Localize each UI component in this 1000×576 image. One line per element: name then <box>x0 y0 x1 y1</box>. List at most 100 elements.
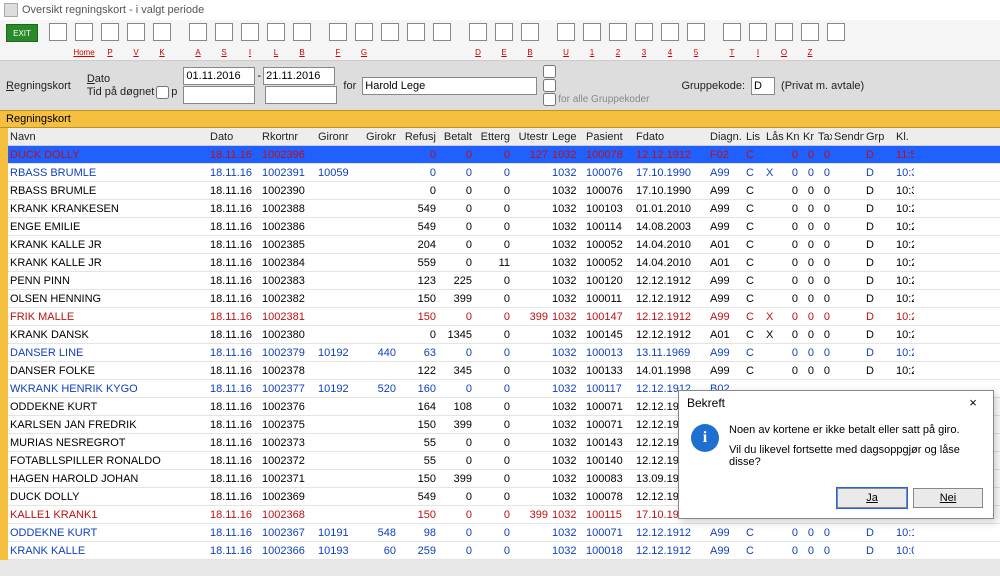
table-row[interactable]: OLSEN HENNING18.11.161002382150399010321… <box>8 290 1000 308</box>
column-header[interactable]: Kn <box>784 131 800 143</box>
column-header[interactable]: Navn <box>8 131 208 143</box>
table-row[interactable]: KRANK KALLE JR18.11.16100238455901110321… <box>8 254 1000 272</box>
toolbar-button[interactable]: 4 <box>658 22 682 58</box>
date-from-input[interactable] <box>183 67 255 85</box>
column-header[interactable]: Lis <box>744 131 764 143</box>
toolbar-button[interactable]: O <box>772 22 796 58</box>
date-sep: - <box>257 70 261 82</box>
column-header[interactable]: Fdato <box>634 131 708 143</box>
toolbar-button[interactable]: T <box>720 22 744 58</box>
column-header[interactable]: Girokr <box>362 131 398 143</box>
toolbar-button[interactable]: U <box>554 22 578 58</box>
label-gruppekode: Gruppekode: <box>681 80 745 92</box>
table-row[interactable]: KRANK KALLE JR18.11.16100238520400103210… <box>8 236 1000 254</box>
toolbar-button[interactable] <box>378 22 402 58</box>
toolbar-button[interactable]: D <box>466 22 490 58</box>
toolbar-button[interactable]: 2 <box>606 22 630 58</box>
toolbar-button[interactable] <box>404 22 428 58</box>
column-header[interactable]: Sendn <box>832 131 864 143</box>
time-to-input[interactable] <box>265 86 337 104</box>
chk-opt1[interactable] <box>543 65 556 78</box>
label-p: p <box>171 86 177 98</box>
toolbar-button[interactable]: B <box>290 22 314 58</box>
toolbar-icon <box>521 23 539 41</box>
column-header[interactable]: Pasient <box>584 131 634 143</box>
table-row[interactable]: ENGE EMILIE18.11.16100238654900103210011… <box>8 218 1000 236</box>
toolbar-button[interactable]: 3 <box>632 22 656 58</box>
chk-opt2[interactable] <box>543 79 556 92</box>
exit-button[interactable]: EXIT <box>6 24 38 42</box>
toolbar-icon <box>827 23 845 41</box>
info-icon: i <box>691 424 719 452</box>
table-row[interactable]: RBASS BRUMLE18.11.1610023911005900010321… <box>8 164 1000 182</box>
date-to-input[interactable] <box>263 67 335 85</box>
toolbar-button[interactable] <box>430 22 454 58</box>
column-header[interactable]: Dato <box>208 131 260 143</box>
column-header[interactable]: Lås <box>764 131 784 143</box>
toolbar-button[interactable]: Home <box>72 22 96 58</box>
column-header[interactable]: Kr <box>800 131 816 143</box>
column-header[interactable]: Gironr <box>316 131 362 143</box>
toolbar-button[interactable]: Z <box>798 22 822 58</box>
toolbar-button[interactable]: V <box>124 22 148 58</box>
label-regningskort: Regningskort <box>6 80 71 92</box>
column-header[interactable]: Refusj <box>398 131 438 143</box>
column-header[interactable]: Diagn. <box>708 131 744 143</box>
toolbar-button[interactable]: L <box>264 22 288 58</box>
toolbar-icon <box>723 23 741 41</box>
column-header[interactable]: Kl. <box>894 131 914 143</box>
titlebar: Oversikt regningskort - i valgt periode <box>0 0 1000 20</box>
column-header[interactable]: Rkortnr <box>260 131 316 143</box>
toolbar-button[interactable]: B <box>518 22 542 58</box>
toolbar-icon <box>801 23 819 41</box>
column-header[interactable]: Etterg <box>474 131 512 143</box>
column-header[interactable]: Betalt <box>438 131 474 143</box>
table-row[interactable]: DANSER LINE18.11.16100237910192440630010… <box>8 344 1000 362</box>
chk-p[interactable] <box>156 86 169 99</box>
grid-header: NavnDatoRkortnrGironrGirokrRefusjBetaltE… <box>8 128 1000 146</box>
table-row[interactable]: DUCK DOLLY18.11.161002396000127103210007… <box>8 146 1000 164</box>
column-header[interactable]: Grp <box>864 131 894 143</box>
chk-allgrp[interactable] <box>543 93 556 106</box>
time-from-input[interactable] <box>183 86 255 104</box>
toolbar-button[interactable]: 5 <box>684 22 708 58</box>
toolbar-button[interactable]: 1 <box>580 22 604 58</box>
column-header[interactable]: Taxi <box>816 131 832 143</box>
table-row[interactable]: FRIK MALLE18.11.161002381150003991032100… <box>8 308 1000 326</box>
toolbar-button[interactable]: S <box>212 22 236 58</box>
table-row[interactable]: KRANK KRANKESEN18.11.1610023885490010321… <box>8 200 1000 218</box>
toolbar-button[interactable]: F <box>326 22 350 58</box>
toolbar-icon <box>775 23 793 41</box>
app-icon <box>4 3 18 17</box>
toolbar-icon <box>49 23 67 41</box>
yes-button[interactable]: Ja <box>837 488 907 508</box>
for-input[interactable] <box>362 77 537 95</box>
table-row[interactable]: ODDEKNE KURT18.11.1610023671019154898001… <box>8 524 1000 542</box>
no-button[interactable]: Nei <box>913 488 983 508</box>
toolbar-button[interactable]: I <box>238 22 262 58</box>
table-row[interactable]: KRANK KALLE18.11.16100236610193602590010… <box>8 542 1000 560</box>
toolbar-icon <box>127 23 145 41</box>
toolbar-button[interactable] <box>46 22 70 58</box>
toolbar-button[interactable]: P <box>98 22 122 58</box>
table-row[interactable]: KRANK DANSK18.11.16100238001345010321001… <box>8 326 1000 344</box>
toolbar-icon <box>355 23 373 41</box>
label-for: for <box>343 80 356 92</box>
column-header[interactable]: Utestr <box>512 131 550 143</box>
close-icon[interactable]: × <box>961 395 985 410</box>
table-row[interactable]: DANSER FOLKE18.11.1610023781223450103210… <box>8 362 1000 380</box>
table-row[interactable]: PENN PINN18.11.1610023831232250103210012… <box>8 272 1000 290</box>
table-row[interactable]: RBASS BRUMLE18.11.1610023900001032100076… <box>8 182 1000 200</box>
toolbar-button[interactable]: E <box>492 22 516 58</box>
toolbar-button[interactable]: K <box>150 22 174 58</box>
column-header[interactable]: Lege <box>550 131 584 143</box>
filter-bar: Regningskort Dato Tid på døgnet p - for … <box>0 61 1000 110</box>
toolbar-button[interactable]: G <box>352 22 376 58</box>
gruppekode-input[interactable] <box>751 77 775 95</box>
toolbar-icon <box>557 23 575 41</box>
toolbar-button[interactable] <box>824 22 848 58</box>
dialog-line2: Vil du likevel fortsette med dagsoppgjør… <box>729 444 981 468</box>
dialog-title: Bekreft <box>687 396 725 410</box>
toolbar-button[interactable]: I <box>746 22 770 58</box>
toolbar-button[interactable]: A <box>186 22 210 58</box>
